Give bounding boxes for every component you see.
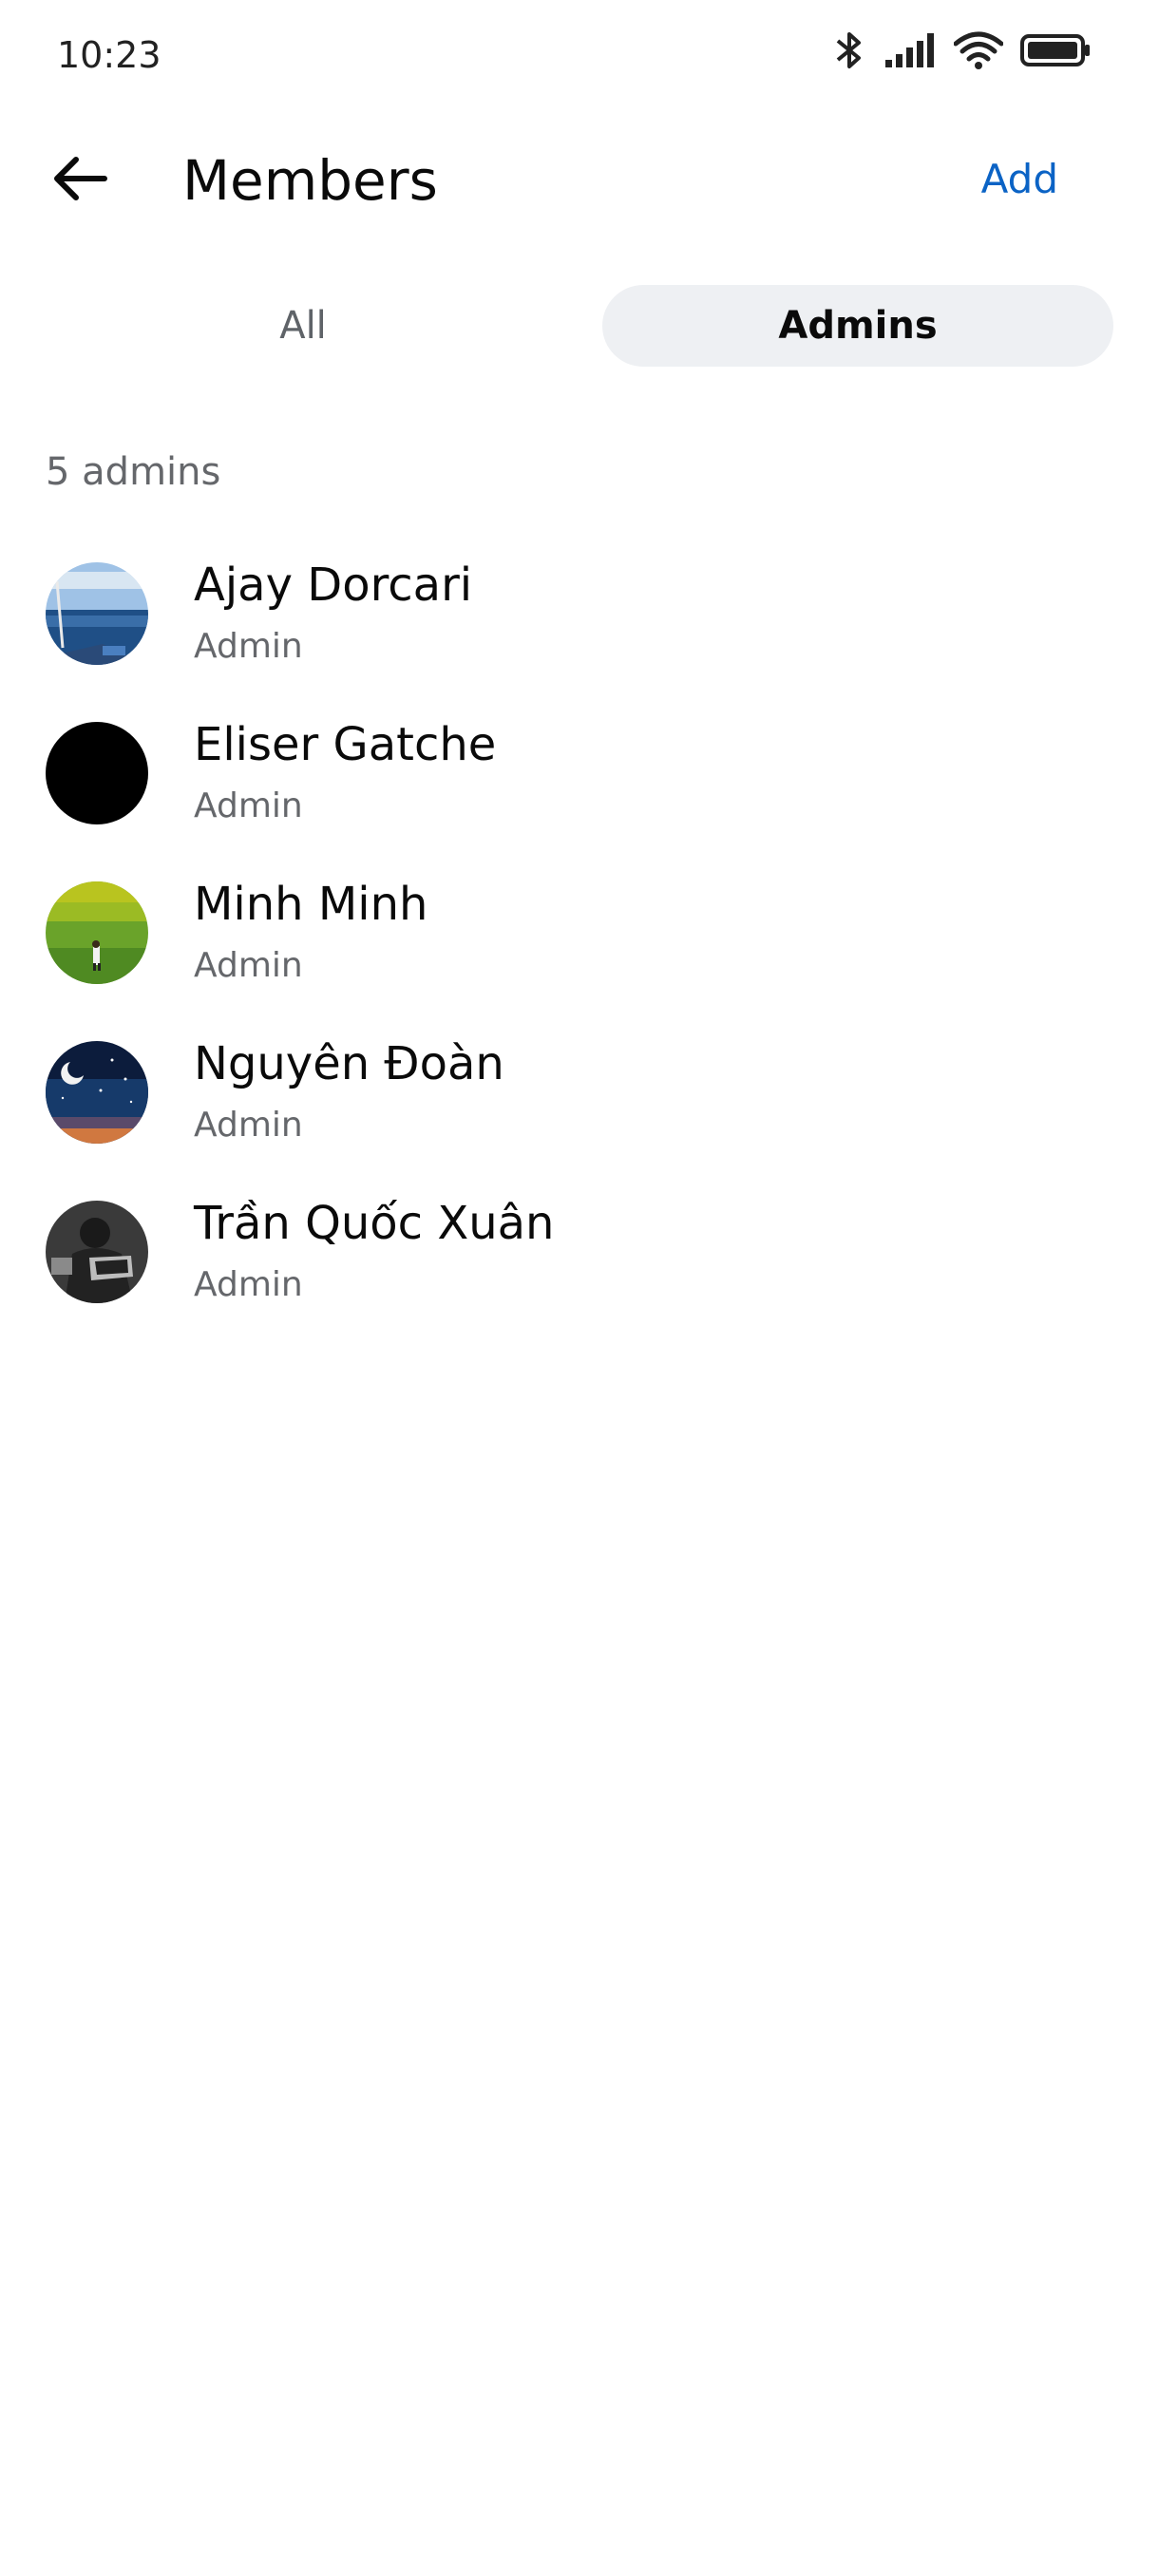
avatar [46, 881, 148, 984]
tab-admins[interactable]: Admins [602, 285, 1113, 367]
member-role: Admin [194, 946, 303, 985]
member-role: Admin [194, 1265, 303, 1304]
signal-icon [885, 31, 937, 69]
battery-icon [1020, 33, 1092, 67]
member-row[interactable]: Ajay Dorcari Admin [0, 559, 1159, 718]
member-role: Admin [194, 627, 303, 666]
status-bar: 10:23 [0, 0, 1159, 114]
page-title: Members [182, 148, 438, 213]
arrow-left-icon [49, 154, 110, 207]
status-icons [830, 28, 1092, 72]
avatar [46, 562, 148, 665]
tab-bar: All Admins [48, 285, 1113, 367]
member-row[interactable]: Nguyên Đoàn Admin [0, 1037, 1159, 1197]
member-role: Admin [194, 786, 303, 825]
header: Members Add [0, 133, 1159, 228]
avatar [46, 1201, 148, 1303]
back-button[interactable] [42, 146, 118, 215]
avatar [46, 722, 148, 824]
member-name: Ajay Dorcari [194, 559, 473, 612]
member-role: Admin [194, 1106, 303, 1145]
member-name: Eliser Gatche [194, 718, 497, 771]
member-row[interactable]: Eliser Gatche Admin [0, 718, 1159, 878]
status-time: 10:23 [57, 34, 162, 76]
member-row[interactable]: Trần Quốc Xuân Admin [0, 1197, 1159, 1356]
admins-count: 5 admins [46, 450, 221, 494]
bluetooth-icon [830, 28, 868, 72]
add-button[interactable]: Add [981, 156, 1058, 202]
member-name: Trần Quốc Xuân [194, 1197, 555, 1250]
member-name: Minh Minh [194, 878, 428, 931]
member-name: Nguyên Đoàn [194, 1037, 504, 1090]
member-row[interactable]: Minh Minh Admin [0, 878, 1159, 1037]
avatar [46, 1041, 148, 1144]
wifi-icon [954, 30, 1003, 70]
tab-all[interactable]: All [48, 285, 559, 367]
